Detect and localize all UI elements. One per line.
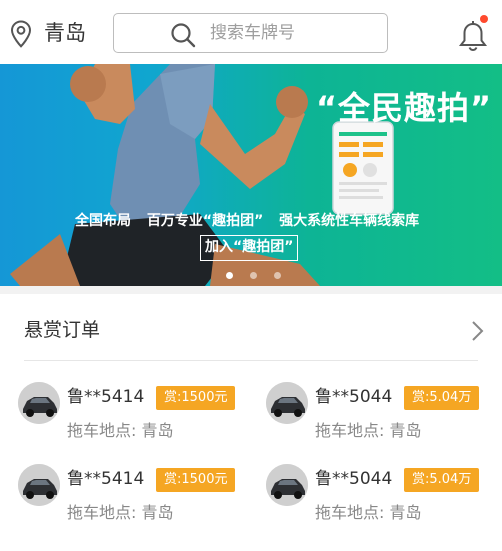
search-box[interactable]: 搜索车牌号	[113, 13, 388, 53]
order-card[interactable]: 鲁**5414 赏:1500元 拖车地点: 青岛	[18, 464, 258, 534]
tow-location-label: 拖车地点:	[67, 503, 137, 522]
plate-number: 鲁**5414	[67, 469, 145, 489]
banner-title: “全民趣拍”	[316, 89, 493, 127]
tow-location-label: 拖车地点:	[315, 421, 385, 440]
chevron-right-icon[interactable]	[470, 320, 484, 342]
banner-subtitle: 全国布局 百万专业“趣拍团” 强大系统性车辆线索库	[75, 210, 430, 230]
city-selector[interactable]: 青岛	[44, 20, 86, 46]
tow-location-value: 青岛	[389, 503, 422, 522]
join-button[interactable]: 加入“趣拍团”	[200, 235, 299, 261]
reward-badge: 赏:5.04万	[404, 386, 480, 410]
order-card[interactable]: 鲁**5044 赏:5.04万 拖车地点: 青岛	[266, 464, 502, 534]
carousel-dots	[226, 264, 293, 279]
reward-badge: 赏:1500元	[156, 386, 236, 410]
location-pin-icon[interactable]	[10, 20, 32, 48]
search-icon	[171, 23, 196, 48]
plate-number: 鲁**5044	[315, 469, 393, 489]
search-placeholder: 搜索车牌号	[210, 23, 295, 43]
banner-subtitle-item: 百万专业“趣拍团”	[146, 213, 264, 229]
top-bar: 青岛 搜索车牌号	[0, 0, 502, 64]
car-avatar	[266, 382, 308, 424]
car-avatar	[18, 382, 60, 424]
plate-number: 鲁**5414	[67, 387, 145, 407]
section-divider	[24, 360, 478, 361]
car-avatar	[18, 464, 60, 506]
tow-location: 拖车地点: 青岛	[67, 420, 174, 442]
notification-dot	[480, 15, 488, 23]
promo-banner[interactable]: “全民趣拍” 全国布局 百万专业“趣拍团” 强大系统性车辆线索库 加入“趣拍团”	[0, 64, 502, 286]
tow-location-label: 拖车地点:	[315, 503, 385, 522]
carousel-dot-active[interactable]	[226, 272, 233, 279]
reward-badge: 赏:1500元	[156, 468, 236, 492]
tow-location: 拖车地点: 青岛	[67, 502, 174, 524]
tow-location-value: 青岛	[141, 503, 174, 522]
car-avatar	[266, 464, 308, 506]
tow-location-label: 拖车地点:	[67, 421, 137, 440]
banner-subtitle-item: 全国布局	[75, 213, 131, 229]
banner-subtitle-item: 强大系统性车辆线索库	[279, 213, 420, 229]
order-card[interactable]: 鲁**5414 赏:1500元 拖车地点: 青岛	[18, 382, 258, 452]
tow-location: 拖车地点: 青岛	[315, 502, 422, 524]
reward-orders-section: 悬赏订单 鲁**5414 赏:1500元 拖车地点: 青岛 鲁**5044 赏:…	[0, 294, 502, 551]
car-icon	[266, 464, 308, 506]
order-card[interactable]: 鲁**5044 赏:5.04万 拖车地点: 青岛	[266, 382, 502, 452]
tow-location-value: 青岛	[389, 421, 422, 440]
car-icon	[266, 382, 308, 424]
car-icon	[18, 464, 60, 506]
bell-icon[interactable]	[458, 20, 488, 52]
section-title: 悬赏订单	[24, 319, 101, 341]
reward-badge: 赏:5.04万	[404, 468, 480, 492]
tow-location: 拖车地点: 青岛	[315, 420, 422, 442]
plate-number: 鲁**5044	[315, 387, 393, 407]
tow-location-value: 青岛	[141, 421, 174, 440]
car-icon	[18, 382, 60, 424]
